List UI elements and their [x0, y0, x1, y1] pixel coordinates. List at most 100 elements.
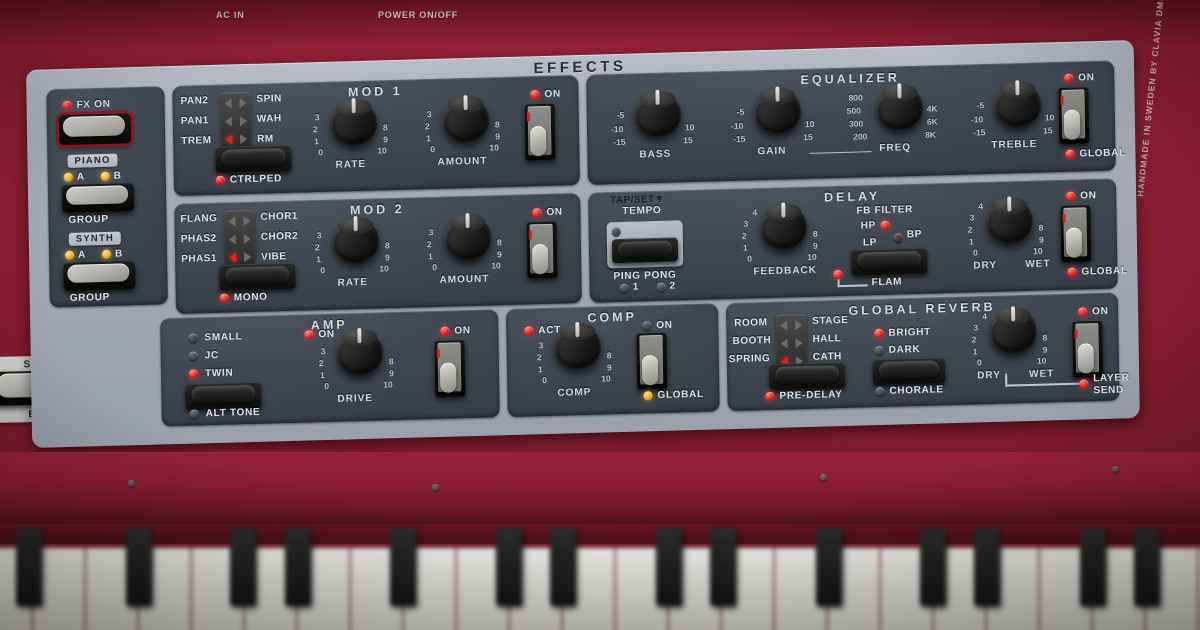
comp-on-switch[interactable]: [636, 332, 668, 390]
reverb-on-switch[interactable]: [1072, 320, 1104, 378]
mod1-opt-pan2[interactable]: PAN2: [180, 95, 208, 107]
amp-on-switch-lever[interactable]: [439, 362, 457, 393]
reverb-dark-label[interactable]: DARK: [889, 344, 921, 356]
amp-model-button-dome: [191, 384, 256, 404]
mod2-amount-knob-body[interactable]: [444, 213, 492, 261]
delay-fb-tick-3: 3: [743, 218, 749, 229]
delay-feedback-knob-body[interactable]: [760, 202, 808, 251]
mod1-select-button[interactable]: [215, 144, 292, 173]
eq-freq-knob-body[interactable]: [876, 83, 924, 132]
reverb-type-button[interactable]: [768, 361, 846, 391]
amp-drive-knob-body[interactable]: [336, 328, 384, 376]
amp-twin-label[interactable]: TWIN: [205, 368, 234, 380]
mod1-opt-spin[interactable]: SPIN: [256, 93, 282, 105]
amp-small-label[interactable]: SMALL: [204, 331, 242, 343]
mod1-amount-tick-3: 3: [426, 109, 432, 120]
eq-bass-label: BASS: [639, 148, 672, 161]
amp-on-switch[interactable]: [434, 340, 466, 398]
delay-mix-pointer: [1007, 196, 1012, 212]
mod1-opt-wah[interactable]: WAH: [257, 113, 282, 125]
mod2-on-switch[interactable]: [526, 221, 558, 279]
black-key[interactable]: [816, 528, 842, 606]
reverb-dark-led: [874, 345, 884, 356]
amp-alt-tone-label[interactable]: ALT TONE: [206, 407, 261, 419]
black-key[interactable]: [920, 528, 946, 606]
mod1-amount-tick-2: 2: [424, 121, 430, 132]
fx-routing-section: FX ON PIANO A B GROUP SYNTH A B GROUP: [46, 86, 168, 308]
delay-mix-knob-body[interactable]: [986, 196, 1033, 245]
mod2-opt-phas2[interactable]: PHAS2: [181, 233, 217, 245]
delay-on-switch[interactable]: [1060, 205, 1092, 263]
keyboard[interactable]: [0, 520, 1200, 630]
black-key[interactable]: [1134, 528, 1160, 606]
black-key[interactable]: [974, 528, 1000, 606]
reverb-opt-spring[interactable]: SPRING: [729, 353, 771, 365]
mod1-rate-knob-body[interactable]: [330, 98, 378, 146]
mod2-select-button[interactable]: [219, 262, 296, 291]
mod2-on-switch-lever[interactable]: [531, 243, 549, 275]
synth-a-led: [65, 250, 75, 261]
delay-fb-filter-button[interactable]: [851, 247, 928, 276]
black-key[interactable]: [496, 528, 522, 606]
delay-tap-led: [611, 226, 621, 237]
amp-jc-label[interactable]: JC: [205, 350, 219, 361]
black-key[interactable]: [16, 528, 42, 606]
piano-group-button[interactable]: [61, 183, 135, 214]
mod1-opt-pan1[interactable]: PAN1: [181, 115, 209, 127]
fx-on-button[interactable]: [58, 113, 132, 146]
mod2-opt-chor2[interactable]: CHOR2: [261, 231, 299, 243]
black-key[interactable]: [1080, 528, 1106, 606]
mod2-opt-phas1[interactable]: PHAS1: [181, 253, 217, 265]
synth-group-button[interactable]: [63, 261, 136, 292]
delay-on-switch-lever[interactable]: [1065, 227, 1083, 258]
amp-model-button[interactable]: [185, 381, 262, 410]
mod2-rate-knob-body[interactable]: [332, 216, 380, 264]
reverb-mix-knob-body[interactable]: [990, 306, 1037, 355]
black-key[interactable]: [285, 528, 311, 606]
reverb-chorale-label[interactable]: CHORALE: [889, 384, 944, 396]
comp-on-switch-lever[interactable]: [641, 355, 659, 386]
mod1-rate-tick-9: 9: [383, 134, 388, 145]
black-key[interactable]: [656, 528, 682, 606]
mod2-opt-chor1[interactable]: CHOR1: [260, 211, 298, 223]
black-key[interactable]: [390, 528, 416, 606]
mod2-amount-tick-8: 8: [496, 237, 502, 248]
reverb-opt-booth[interactable]: BOOTH: [732, 335, 771, 347]
fx-on-button-dome: [62, 115, 126, 138]
mod1-opt-trem[interactable]: TREM: [181, 135, 212, 147]
reverb-on-switch-lever[interactable]: [1077, 343, 1095, 374]
delay-tap-set-plate[interactable]: [606, 220, 684, 269]
comp-section: COMP ACT 3 2 1 0 8 9 10 COMP ON GLOBAL: [506, 303, 720, 418]
delay-global-led: [1067, 267, 1077, 277]
reverb-opt-hall[interactable]: HALL: [812, 333, 841, 345]
mod2-opt-vibe[interactable]: VIBE: [261, 251, 287, 263]
black-key[interactable]: [710, 528, 736, 606]
reverb-opt-cath[interactable]: CATH: [813, 351, 842, 363]
mod2-arrow-left-2: [228, 234, 236, 245]
eq-on-switch-lever[interactable]: [1063, 109, 1081, 140]
black-key[interactable]: [230, 528, 256, 606]
mod2-opt-flang[interactable]: FLANG: [180, 213, 217, 225]
mod1-opt-rm[interactable]: RM: [257, 133, 274, 144]
screw-2: [432, 484, 439, 491]
delay-tap-set-button[interactable]: [611, 237, 679, 264]
reverb-bright-label[interactable]: BRIGHT: [888, 327, 931, 339]
reverb-tone-button[interactable]: [872, 357, 946, 386]
reverb-opt-room[interactable]: ROOM: [734, 317, 767, 329]
eq-on-switch[interactable]: [1058, 87, 1090, 145]
eq-treble-tick-15: 15: [1043, 125, 1053, 136]
delay-flam-bracket: [837, 278, 868, 288]
mod1-rate-tick-0: 0: [318, 146, 324, 158]
mod2-on-label: ON: [546, 206, 563, 218]
reverb-opt-stage[interactable]: STAGE: [812, 315, 848, 327]
mod1-on-switch-lever[interactable]: [529, 125, 547, 157]
mod1-amount-knob-body[interactable]: [442, 95, 490, 143]
amp-drive-pointer: [357, 328, 362, 344]
eq-treble-knob-body[interactable]: [994, 80, 1042, 128]
black-key[interactable]: [550, 528, 576, 606]
eq-treble-tick-m5: -5: [976, 100, 985, 111]
eq-gain-knob-body[interactable]: [754, 86, 802, 135]
mod1-on-switch[interactable]: [524, 103, 556, 161]
eq-bass-knob-body[interactable]: [634, 89, 682, 138]
black-key[interactable]: [126, 528, 152, 606]
